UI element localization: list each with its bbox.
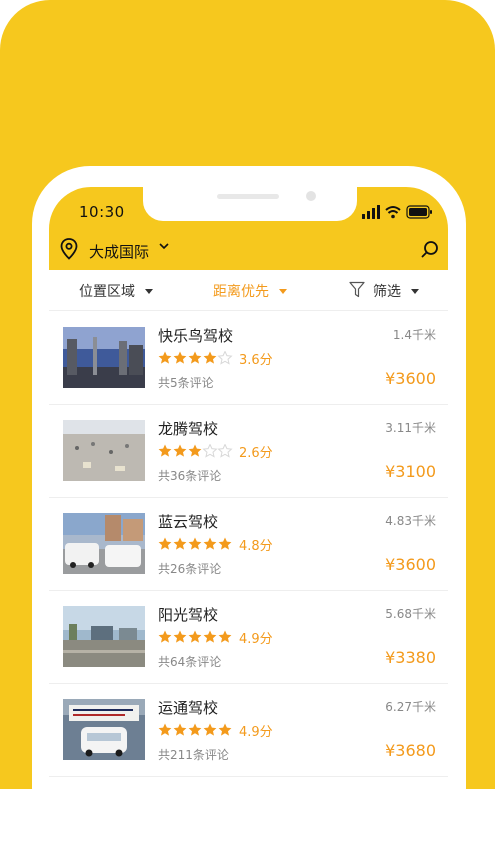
star-icon	[173, 537, 187, 550]
list-item[interactable]: 阳光驾校 4.9分 共64条评论 5.68千米 ¥3380	[49, 590, 448, 684]
list-item[interactable]: 蓝云驾校 4.8分 共26条评论 4.83千米 ¥3600	[49, 497, 448, 591]
school-name: 龙腾驾校	[158, 420, 219, 438]
list-item[interactable]: 快乐鸟驾校 3.6分 共5条评论 1.4千米 ¥3600	[49, 311, 448, 405]
chevron-down-icon[interactable]	[279, 289, 287, 294]
star-icon	[188, 537, 202, 550]
price: ¥3600	[385, 555, 436, 574]
rating-score: 4.9分	[239, 632, 273, 647]
signal-icon	[362, 205, 380, 219]
star-icon	[188, 444, 202, 457]
price: ¥3100	[385, 462, 436, 481]
star-rating	[158, 444, 233, 458]
star-rating	[158, 537, 232, 550]
star-icon	[217, 351, 233, 365]
rating-score: 4.9分	[239, 725, 273, 740]
star-rating	[158, 723, 232, 736]
review-count: 共26条评论	[158, 562, 222, 576]
star-icon	[173, 723, 187, 736]
star-icon	[188, 351, 202, 364]
star-icon	[217, 444, 233, 458]
list-item[interactable]: 运通驾校 4.9分 共211条评论 6.27千米 ¥3680	[49, 683, 448, 777]
star-icon	[203, 723, 217, 736]
search-icon[interactable]	[421, 240, 439, 258]
star-icon	[158, 537, 172, 550]
review-count: 共64条评论	[158, 655, 222, 669]
filter-distance[interactable]: 距离优先	[213, 281, 269, 301]
distance: 4.83千米	[385, 514, 436, 528]
status-time: 10:30	[79, 203, 125, 221]
list-item[interactable]: 龙腾驾校 2.6分 共36条评论 3.11千米 ¥3100	[49, 404, 448, 498]
star-icon	[158, 630, 172, 643]
star-icon	[173, 351, 187, 364]
speaker	[217, 194, 279, 199]
school-name: 蓝云驾校	[158, 513, 219, 531]
school-photo	[63, 606, 145, 667]
star-icon	[188, 723, 202, 736]
camera	[306, 191, 316, 201]
star-icon	[203, 630, 217, 643]
rating-score: 4.8分	[239, 539, 273, 554]
price: ¥3380	[385, 648, 436, 667]
star-icon	[188, 630, 202, 643]
wifi-icon	[385, 206, 401, 219]
distance: 3.11千米	[385, 421, 436, 435]
star-icon	[202, 444, 218, 458]
map-pin-icon[interactable]	[60, 238, 78, 260]
star-icon	[203, 351, 217, 364]
chevron-down-icon[interactable]	[159, 243, 169, 250]
school-name: 运通驾校	[158, 699, 219, 717]
star-icon	[203, 537, 217, 550]
rating-score: 2.6分	[239, 446, 273, 461]
filter-bar: 位置区域 距离优先 筛选	[49, 270, 448, 311]
battery-icon	[406, 205, 432, 219]
star-rating	[158, 630, 232, 643]
filter-screen[interactable]: 筛选	[373, 281, 401, 301]
rating-score: 3.6分	[239, 353, 273, 368]
status-icons	[362, 205, 432, 219]
chevron-down-icon[interactable]	[411, 289, 419, 294]
star-icon	[218, 537, 232, 550]
school-photo	[63, 699, 145, 760]
star-icon	[218, 630, 232, 643]
review-count: 共211条评论	[158, 748, 229, 762]
star-icon	[173, 444, 187, 457]
location-label[interactable]: 大成国际	[89, 241, 149, 262]
price: ¥3680	[385, 741, 436, 760]
distance: 5.68千米	[385, 607, 436, 621]
location-bar: 大成国际	[49, 232, 448, 270]
school-photo	[63, 327, 145, 388]
distance: 1.4千米	[392, 328, 436, 342]
filter-region[interactable]: 位置区域	[79, 281, 135, 301]
school-photo	[63, 420, 145, 481]
distance: 6.27千米	[385, 700, 436, 714]
funnel-icon[interactable]	[349, 281, 365, 298]
app-header: 10:30 大成国际	[49, 187, 448, 270]
price: ¥3600	[385, 369, 436, 388]
chevron-down-icon[interactable]	[145, 289, 153, 294]
star-icon	[218, 723, 232, 736]
star-icon	[158, 351, 172, 364]
star-icon	[173, 630, 187, 643]
school-name: 阳光驾校	[158, 606, 219, 624]
school-photo	[63, 513, 145, 574]
review-count: 共5条评论	[158, 376, 214, 390]
review-count: 共36条评论	[158, 469, 222, 483]
phone-screen: 10:30 大成国际 位置区域 距离优先 筛选 快乐鸟驾校 3.6分 共5条评论…	[49, 187, 448, 827]
school-name: 快乐鸟驾校	[158, 327, 234, 345]
star-rating	[158, 351, 233, 365]
star-icon	[158, 444, 172, 457]
phone-notch	[143, 187, 357, 221]
star-icon	[158, 723, 172, 736]
